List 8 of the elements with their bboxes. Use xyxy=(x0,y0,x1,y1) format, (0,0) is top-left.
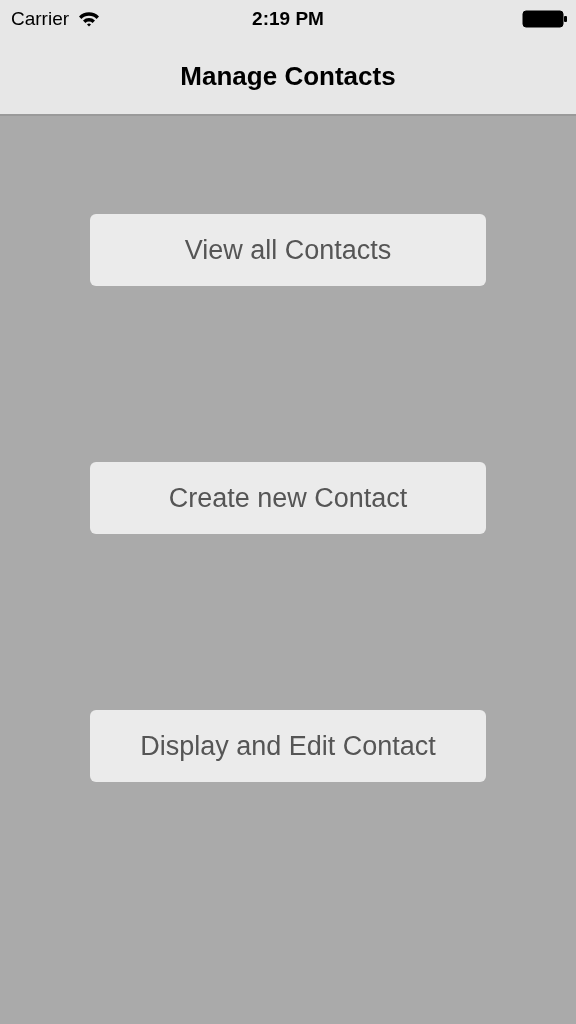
carrier-name: Carrier xyxy=(11,8,70,30)
menu-button[interactable]: Display and Edit Contact xyxy=(90,710,486,782)
wifi-icon xyxy=(78,11,101,27)
status-time: 2:19 PM xyxy=(252,8,324,30)
navigation-title: Manage Contacts xyxy=(180,60,396,92)
menu-button[interactable]: View all Contacts xyxy=(90,214,486,286)
menu-button[interactable]: Create new Contact xyxy=(90,462,486,534)
battery-icon xyxy=(522,10,568,28)
